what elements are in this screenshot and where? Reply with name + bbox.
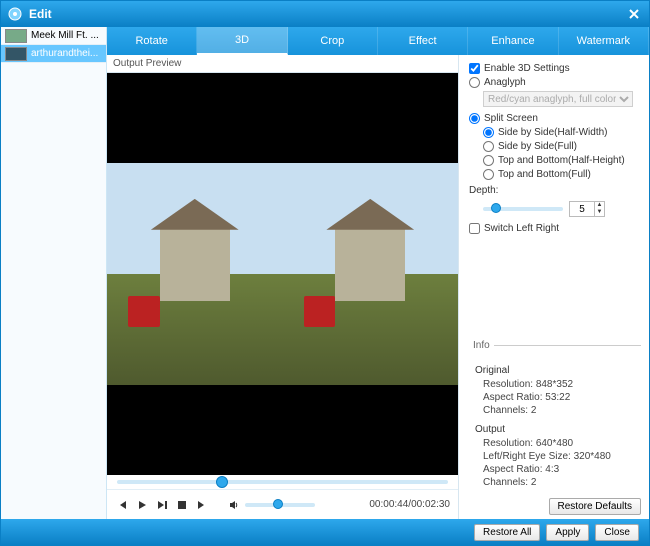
switch-lr-checkbox[interactable]: Switch Left Right xyxy=(469,223,641,234)
depth-label: Depth: xyxy=(469,185,641,196)
video-preview[interactable] xyxy=(107,73,458,475)
tab-bar: Rotate 3D Crop Effect Enhance Watermark xyxy=(107,27,649,55)
anaglyph-input[interactable] xyxy=(469,77,480,88)
depth-up[interactable]: ▲ xyxy=(594,202,604,209)
info-output: Output Resolution: 640*480 Left/Right Ey… xyxy=(475,424,641,488)
tab-3d[interactable]: 3D xyxy=(197,27,287,55)
edit-window: Edit Meek Mill Ft. ... arthurandthei... … xyxy=(0,0,650,546)
apply-button[interactable]: Apply xyxy=(546,524,589,541)
info-header: Info xyxy=(469,345,641,361)
seek-slider[interactable] xyxy=(117,480,448,484)
file-label: Meek Mill Ft. ... xyxy=(31,30,99,41)
file-list-item[interactable]: Meek Mill Ft. ... xyxy=(1,27,106,45)
tb-full-radio[interactable]: Top and Bottom(Full) xyxy=(483,169,641,180)
next-button[interactable] xyxy=(195,498,209,512)
file-label: arthurandthei... xyxy=(31,48,98,59)
preview-frame xyxy=(107,163,458,384)
volume-slider[interactable] xyxy=(245,503,315,507)
play-button[interactable] xyxy=(135,498,149,512)
tab-rotate[interactable]: Rotate xyxy=(107,27,197,55)
restore-all-button[interactable]: Restore All xyxy=(474,524,540,541)
tab-enhance[interactable]: Enhance xyxy=(468,27,558,55)
close-icon[interactable] xyxy=(625,5,643,23)
tab-watermark[interactable]: Watermark xyxy=(559,27,649,55)
footer-bar: Restore All Apply Close xyxy=(1,519,649,545)
prev-button[interactable] xyxy=(115,498,129,512)
time-display: 00:00:44/00:02:30 xyxy=(369,499,450,510)
file-list: Meek Mill Ft. ... arthurandthei... xyxy=(1,27,107,519)
thumbnail xyxy=(5,47,27,61)
sbs-half-radio[interactable]: Side by Side(Half-Width) xyxy=(483,127,641,138)
file-list-item[interactable]: arthurandthei... xyxy=(1,45,106,63)
switch-lr-input[interactable] xyxy=(469,223,480,234)
restore-defaults-button[interactable]: Restore Defaults xyxy=(549,498,641,515)
tb-half-radio[interactable]: Top and Bottom(Half-Height) xyxy=(483,155,641,166)
anaglyph-radio[interactable]: Anaglyph xyxy=(469,77,641,88)
step-button[interactable] xyxy=(155,498,169,512)
app-icon xyxy=(7,6,23,22)
depth-slider[interactable] xyxy=(483,207,563,211)
tab-effect[interactable]: Effect xyxy=(378,27,468,55)
sbs-full-radio[interactable]: Side by Side(Full) xyxy=(483,141,641,152)
split-screen-radio[interactable]: Split Screen xyxy=(469,113,641,124)
volume-icon[interactable] xyxy=(227,498,241,512)
close-button[interactable]: Close xyxy=(595,524,639,541)
settings-panel: Enable 3D Settings Anaglyph Red/cyan ana… xyxy=(459,55,649,519)
playback-controls: 00:00:44/00:02:30 xyxy=(107,489,458,519)
volume-thumb[interactable] xyxy=(273,499,283,509)
anaglyph-select: Red/cyan anaglyph, full color xyxy=(483,91,633,107)
depth-down[interactable]: ▼ xyxy=(594,209,604,216)
window-title: Edit xyxy=(29,7,625,21)
thumbnail xyxy=(5,29,27,43)
depth-value-input[interactable] xyxy=(570,204,594,215)
preview-header: Output Preview xyxy=(107,55,458,73)
seek-thumb[interactable] xyxy=(216,476,228,488)
titlebar: Edit xyxy=(1,1,649,27)
enable-3d-checkbox[interactable]: Enable 3D Settings xyxy=(469,63,641,74)
stop-button[interactable] xyxy=(175,498,189,512)
tab-crop[interactable]: Crop xyxy=(288,27,378,55)
enable-3d-input[interactable] xyxy=(469,63,480,74)
depth-spinner[interactable]: ▲ ▼ xyxy=(569,201,605,217)
info-original: Original Resolution: 848*352 Aspect Rati… xyxy=(475,365,641,416)
depth-thumb[interactable] xyxy=(491,203,501,213)
split-screen-input[interactable] xyxy=(469,113,480,124)
